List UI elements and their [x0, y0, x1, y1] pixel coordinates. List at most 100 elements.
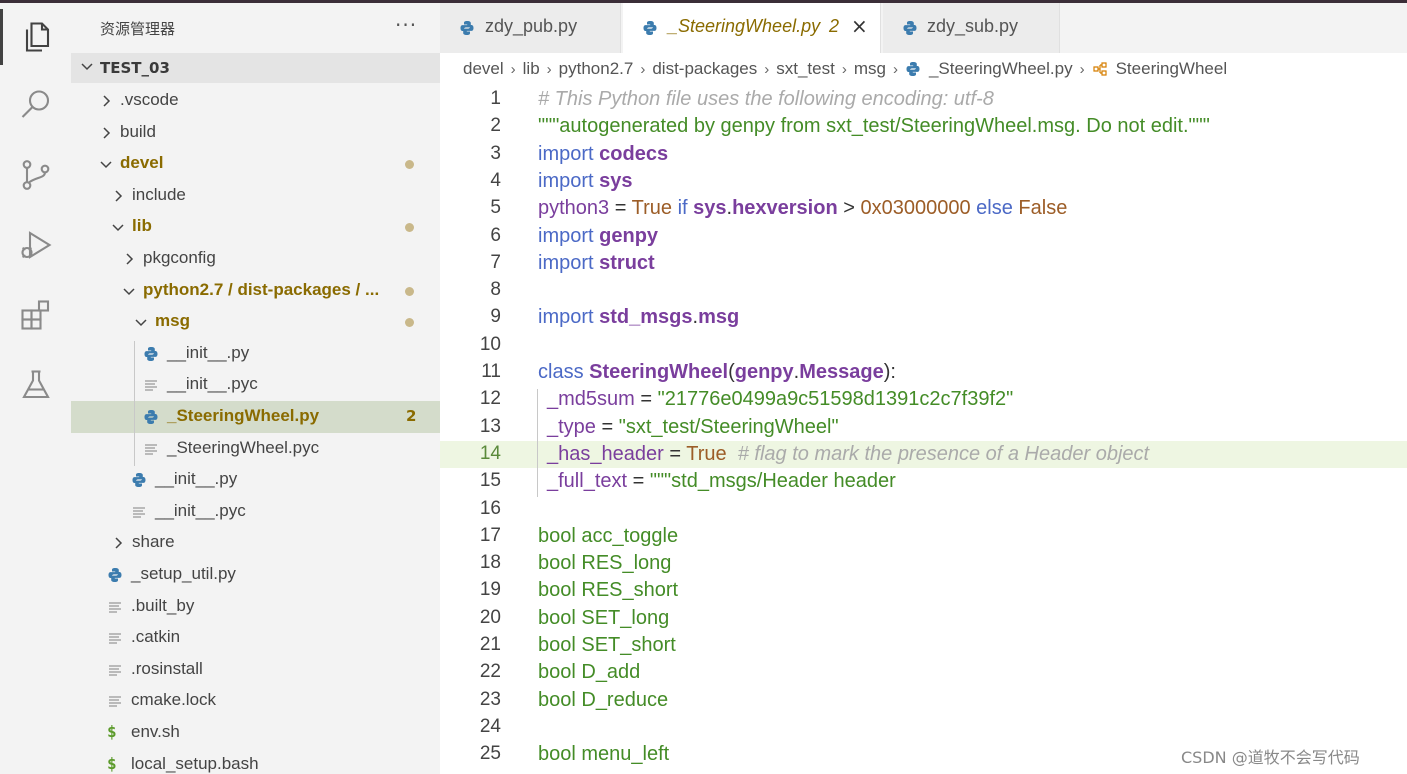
code-line[interactable]: 12 _md5sum = "21776e0499a9c51598d1391c2c7…: [440, 386, 1407, 413]
chevron-right-icon[interactable]: [122, 251, 136, 265]
code-line[interactable]: 23 bool D_reduce: [440, 687, 1407, 714]
breadcrumb-item[interactable]: sxt_test: [776, 59, 835, 79]
tab-label: zdy_pub.py: [485, 16, 578, 36]
tree-file-steeringwheel-py[interactable]: _SteeringWheel.py 2: [71, 401, 440, 433]
code-line[interactable]: 3 import codecs: [440, 141, 1407, 168]
tree-file-init-pyc[interactable]: __init__.pyc: [71, 496, 440, 528]
breadcrumb-item[interactable]: SteeringWheel: [1116, 59, 1228, 79]
tree-folder-vscode[interactable]: .vscode: [71, 85, 440, 117]
code-line[interactable]: 6 import genpy: [440, 223, 1407, 250]
code-line[interactable]: 5 python3 = True if sys.hexversion > 0x03…: [440, 195, 1407, 222]
tree-file-cmake-lock[interactable]: cmake.lock: [71, 685, 440, 717]
tree-file-env-sh[interactable]: $ env.sh: [71, 717, 440, 749]
code-line[interactable]: 7 import struct: [440, 250, 1407, 277]
breadcrumb-separator: ›: [841, 60, 847, 78]
text-file-icon: [143, 441, 159, 457]
text-file-icon: [107, 662, 123, 678]
code-line[interactable]: 21 bool SET_short: [440, 632, 1407, 659]
code-text: _has_header = True # flag to mark the pr…: [547, 442, 1150, 465]
tab-close-button[interactable]: ×: [851, 14, 868, 38]
tab-zdy-sub[interactable]: zdy_sub.py: [883, 3, 1060, 53]
chevron-down-icon[interactable]: [111, 219, 125, 233]
chevron-down-icon[interactable]: [99, 156, 113, 170]
tree-file-rosinstall[interactable]: .rosinstall: [71, 654, 440, 686]
line-number: 23: [479, 688, 501, 710]
tab-steeringwheel[interactable]: _SteeringWheel.py 2 ×: [623, 3, 881, 53]
tree-folder-devel[interactable]: devel: [71, 148, 440, 180]
code-line[interactable]: 19 bool RES_short: [440, 577, 1407, 604]
code-line[interactable]: 2 """autogenerated by genpy from sxt_test…: [440, 113, 1407, 140]
code-line[interactable]: 1 # This Python file uses the following e…: [440, 86, 1407, 113]
code-line[interactable]: 11 class SteeringWheel(genpy.Message):: [440, 359, 1407, 386]
code-editor[interactable]: 1 # This Python file uses the following e…: [440, 86, 1407, 774]
code-text: python3 = True if sys.hexversion > 0x030…: [538, 197, 1068, 220]
tree-file-local-setup-bash[interactable]: $ local_setup.bash: [71, 749, 440, 774]
chevron-right-icon[interactable]: [111, 535, 125, 549]
chevron-right-icon[interactable]: [111, 188, 125, 202]
line-number: 9: [490, 306, 501, 328]
tree-folder-build[interactable]: build: [71, 117, 440, 149]
run-debug-icon[interactable]: [0, 213, 71, 277]
breadcrumb-item[interactable]: dist-packages: [652, 59, 757, 79]
tree-file-catkin[interactable]: .catkin: [71, 622, 440, 654]
extensions-icon[interactable]: [0, 283, 71, 347]
tree-item-label: __init__.pyc: [167, 374, 258, 394]
tree-item-label: _setup_util.py: [131, 564, 236, 583]
tree-file-setup-util-py[interactable]: _setup_util.py: [71, 559, 440, 591]
watermark: CSDN @道牧不会写代码: [1181, 748, 1360, 767]
tree-folder-share[interactable]: share: [71, 527, 440, 559]
tree-folder-python2-7-dist-packages[interactable]: python2.7 / dist-packages / ...: [71, 275, 440, 307]
tree-file-init-pyc[interactable]: __init__.pyc: [71, 369, 440, 401]
chevron-right-icon[interactable]: [99, 125, 113, 139]
source-control-icon[interactable]: [0, 143, 71, 207]
activity-bar: [0, 3, 71, 774]
tab-zdy-pub[interactable]: zdy_pub.py: [440, 3, 621, 53]
tree-folder-include[interactable]: include: [71, 180, 440, 212]
modified-indicator: [405, 160, 414, 170]
shell-file-icon: $: [107, 722, 117, 741]
code-line[interactable]: 4 import sys: [440, 168, 1407, 195]
code-line[interactable]: 17 bool acc_toggle: [440, 523, 1407, 550]
tree-file-steeringwheel-pyc[interactable]: _SteeringWheel.pyc: [71, 433, 440, 465]
code-line[interactable]: 9 import std_msgs.msg: [440, 304, 1407, 331]
chevron-right-icon[interactable]: [99, 93, 113, 107]
tree-file-init-py[interactable]: __init__.py: [71, 338, 440, 370]
code-line[interactable]: 10: [440, 332, 1407, 359]
tree-folder-msg[interactable]: msg: [71, 306, 440, 338]
breadcrumb-item[interactable]: devel: [463, 59, 504, 79]
tree-file-init-py[interactable]: __init__.py: [71, 464, 440, 496]
line-number: 21: [479, 634, 501, 655]
code-line[interactable]: 18 bool RES_long: [440, 550, 1407, 577]
code-text: bool menu_left: [538, 743, 670, 766]
tree-item-label: python2.7 / dist-packages / ...: [143, 279, 380, 299]
line-number: 24: [479, 715, 501, 737]
tree-item-label: .rosinstall: [131, 658, 203, 678]
search-icon[interactable]: [0, 73, 71, 137]
chevron-down-icon[interactable]: [134, 314, 148, 328]
tree-folder-pkgconfig[interactable]: pkgconfig: [71, 243, 440, 275]
explorer-icon[interactable]: [0, 5, 71, 69]
breadcrumb-separator: ›: [640, 60, 646, 78]
code-line[interactable]: 16: [440, 496, 1407, 523]
code-line[interactable]: 13 _type = "sxt_test/SteeringWheel": [440, 414, 1407, 441]
chevron-down-icon[interactable]: [122, 283, 136, 297]
line-number: 7: [490, 251, 501, 273]
code-line[interactable]: 20 bool SET_long: [440, 605, 1407, 632]
text-file-icon: [107, 599, 123, 615]
code-line[interactable]: 14 _has_header = True # flag to mark the …: [440, 440, 1407, 469]
breadcrumb-item[interactable]: msg: [854, 59, 886, 79]
more-actions-button[interactable]: ···: [395, 13, 417, 37]
tree-file-built-by[interactable]: .built_by: [71, 591, 440, 623]
breadcrumb-item[interactable]: lib: [523, 59, 540, 79]
testing-icon[interactable]: [0, 353, 71, 417]
code-text: import codecs: [538, 142, 669, 165]
code-line[interactable]: 8: [440, 277, 1407, 304]
tree-folder-lib[interactable]: lib: [71, 211, 440, 243]
code-line[interactable]: 15 _full_text = """std_msgs/Header header: [440, 468, 1407, 495]
breadcrumb-item[interactable]: _SteeringWheel.py: [929, 59, 1073, 79]
workspace-root[interactable]: TEST_03: [71, 53, 440, 83]
code-line[interactable]: 22 bool D_add: [440, 659, 1407, 686]
breadcrumb-item[interactable]: python2.7: [559, 59, 634, 79]
code-text: import genpy: [538, 224, 659, 247]
code-line[interactable]: 24: [440, 714, 1407, 741]
